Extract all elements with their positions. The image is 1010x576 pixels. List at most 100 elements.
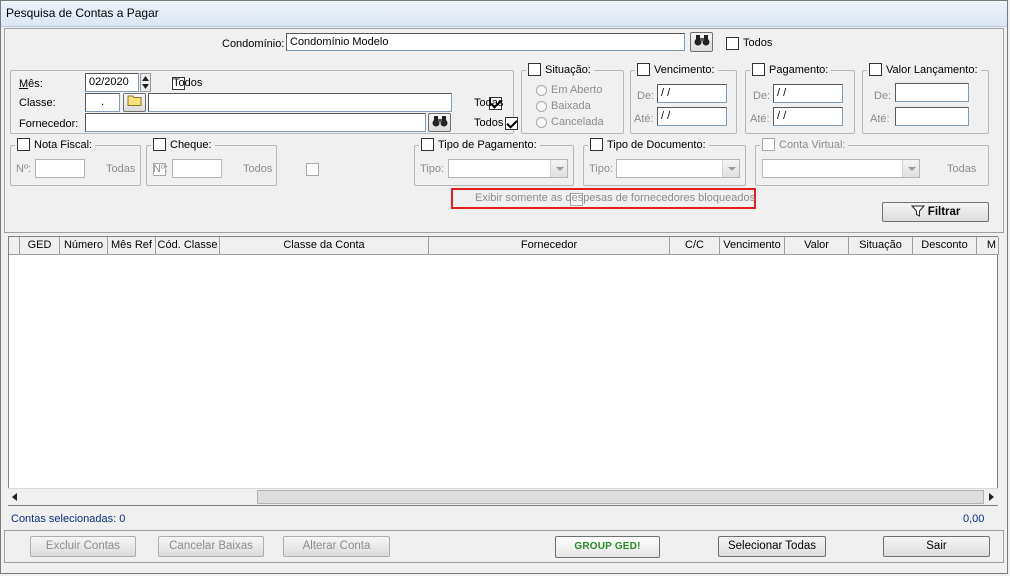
nota-fiscal-checkbox[interactable]	[17, 138, 30, 151]
pagamento-ate-label: Até:	[750, 113, 770, 125]
tipo-pagamento-select[interactable]	[448, 159, 568, 178]
excluir-contas-button[interactable]: Excluir Contas	[30, 536, 136, 557]
tipo-pagamento-checkbox[interactable]	[421, 138, 434, 151]
cheque-checkbox[interactable]	[153, 138, 166, 151]
tipo-documento-checkbox[interactable]	[590, 138, 603, 151]
tipo-documento-label: Tipo de Documento:	[607, 138, 706, 151]
situacao-cancelada-radio[interactable]	[536, 117, 547, 128]
grid-header-m[interactable]: M	[977, 237, 999, 255]
fornecedor-field[interactable]	[85, 113, 426, 132]
mes-field[interactable]: 02/2020	[85, 73, 139, 92]
filtrar-label: Filtrar	[927, 206, 961, 218]
window-title: Pesquisa de Contas a Pagar	[6, 6, 159, 20]
group-ged-button[interactable]: GROUP GED!	[555, 536, 660, 558]
bloqueados-label: Exibir somente as despesas de fornecedor…	[475, 192, 756, 204]
pagamento-ate-field[interactable]: / /	[773, 107, 843, 126]
mes-spinner[interactable]	[140, 73, 151, 92]
classe-todas-label: Todas	[474, 97, 504, 109]
grid-horizontal-scrollbar[interactable]	[8, 488, 998, 505]
classe-label: Classe:	[19, 97, 56, 109]
situacao-checkbox[interactable]	[528, 63, 541, 76]
pagamento-label: Pagamento:	[769, 63, 829, 76]
cheque-todos-checkbox[interactable]	[306, 163, 320, 176]
sair-button[interactable]: Sair	[883, 536, 990, 557]
vencimento-ate-label: Até:	[634, 113, 654, 125]
footer-panel	[4, 530, 1004, 563]
sair-label: Sair	[926, 540, 947, 552]
grid-header-ged[interactable]: GED	[20, 237, 60, 255]
situacao-em-aberto-radio[interactable]	[536, 85, 547, 96]
tipo-documento-select[interactable]	[616, 159, 740, 178]
valor-lancamento-label: Valor Lançamento:	[886, 63, 978, 76]
grid-header-vencimento[interactable]: Vencimento	[720, 237, 785, 255]
grid-header-cc[interactable]: C/C	[670, 237, 720, 255]
binoculars-icon	[432, 116, 447, 127]
contas-selecionadas-label: Contas selecionadas: 0	[11, 513, 126, 525]
cancelar-baixas-button[interactable]: Cancelar Baixas	[158, 536, 264, 557]
tipo-pagamento-label: Tipo de Pagamento:	[438, 138, 537, 151]
pagamento-checkbox[interactable]	[752, 63, 765, 76]
condominio-todos-label: Todos	[743, 37, 773, 49]
group-ged-logo: GROUP GED!	[574, 541, 641, 552]
conta-virtual-select[interactable]	[762, 159, 920, 178]
classe-name-field[interactable]	[148, 93, 452, 112]
total-value: 0,00	[963, 513, 985, 525]
alterar-label: Alterar Conta	[302, 540, 371, 552]
grid-header-mes-ref[interactable]: Mês Ref	[108, 237, 156, 255]
grid-row-indicator-header	[9, 237, 20, 255]
vencimento-ate-field[interactable]: / /	[657, 107, 727, 126]
classe-code-field[interactable]: .	[85, 93, 120, 112]
scroll-right-arrow[interactable]	[983, 489, 998, 505]
grid-header-situacao[interactable]: Situação	[849, 237, 913, 255]
classe-browse-button[interactable]	[123, 93, 146, 112]
cheque-num-field[interactable]	[172, 159, 222, 178]
valor-ate-field[interactable]	[895, 107, 969, 126]
valor-de-field[interactable]	[895, 83, 969, 102]
grid-header-valor[interactable]: Valor	[785, 237, 849, 255]
chevron-down-icon	[722, 160, 739, 177]
conta-virtual-label: Conta Virtual:	[779, 138, 846, 151]
funnel-icon	[910, 205, 925, 217]
condominio-field[interactable]: Condomínio Modelo	[286, 33, 685, 51]
contas-grid[interactable]: GED Número Mês Ref Cód. Classe Classe da…	[8, 236, 999, 506]
situacao-cancelada-label: Cancelada	[551, 116, 604, 128]
vencimento-label: Vencimento:	[654, 63, 715, 76]
selecionar-todas-button[interactable]: Selecionar Todas	[718, 536, 826, 557]
cheque-label: Cheque:	[170, 138, 212, 151]
scroll-left-arrow[interactable]	[8, 489, 23, 505]
fornecedor-search-button[interactable]	[428, 113, 451, 132]
nota-fiscal-todas-label: Todas	[106, 163, 136, 175]
situacao-baixada-radio[interactable]	[536, 101, 547, 112]
grid-header-cod-classe[interactable]: Cód. Classe	[156, 237, 220, 255]
condominio-todos-checkbox[interactable]	[726, 37, 739, 50]
scroll-thumb[interactable]	[257, 490, 984, 504]
condominio-search-button[interactable]	[690, 32, 713, 52]
grid-header-classe-conta[interactable]: Classe da Conta	[220, 237, 429, 255]
mes-todos-label: Todos	[173, 77, 203, 89]
filtrar-button[interactable]: Filtrar	[882, 202, 989, 222]
nota-fiscal-num-field[interactable]	[35, 159, 85, 178]
chevron-down-icon	[902, 160, 919, 177]
situacao-em-aberto-label: Em Aberto	[551, 84, 603, 96]
chevron-down-icon	[550, 160, 567, 177]
tipo-documento-tipo-label: Tipo:	[589, 163, 614, 175]
grid-header-fornecedor[interactable]: Fornecedor	[429, 237, 670, 255]
fornecedor-todos-label: Todos	[474, 117, 504, 129]
conta-virtual-checkbox[interactable]	[762, 138, 775, 151]
pagamento-de-field[interactable]: / /	[773, 84, 843, 103]
alterar-conta-button[interactable]: Alterar Conta	[283, 536, 390, 557]
cheque-num-label: Nº:	[153, 163, 169, 175]
vencimento-checkbox[interactable]	[637, 63, 650, 76]
cancelar-label: Cancelar Baixas	[169, 540, 253, 552]
situacao-label: Situação:	[545, 63, 591, 76]
pagamento-de-label: De:	[753, 90, 771, 102]
vencimento-de-field[interactable]: / /	[657, 84, 727, 103]
nota-fiscal-num-label: Nº:	[16, 163, 32, 175]
folder-icon	[127, 95, 142, 106]
fornecedor-todos-checkbox[interactable]	[505, 117, 519, 130]
grid-header-desconto[interactable]: Desconto	[913, 237, 977, 255]
valor-lancamento-checkbox[interactable]	[869, 63, 882, 76]
cheque-todos-label: Todos	[243, 163, 273, 175]
tipo-pagamento-tipo-label: Tipo:	[420, 163, 445, 175]
grid-header-numero[interactable]: Número	[60, 237, 108, 255]
